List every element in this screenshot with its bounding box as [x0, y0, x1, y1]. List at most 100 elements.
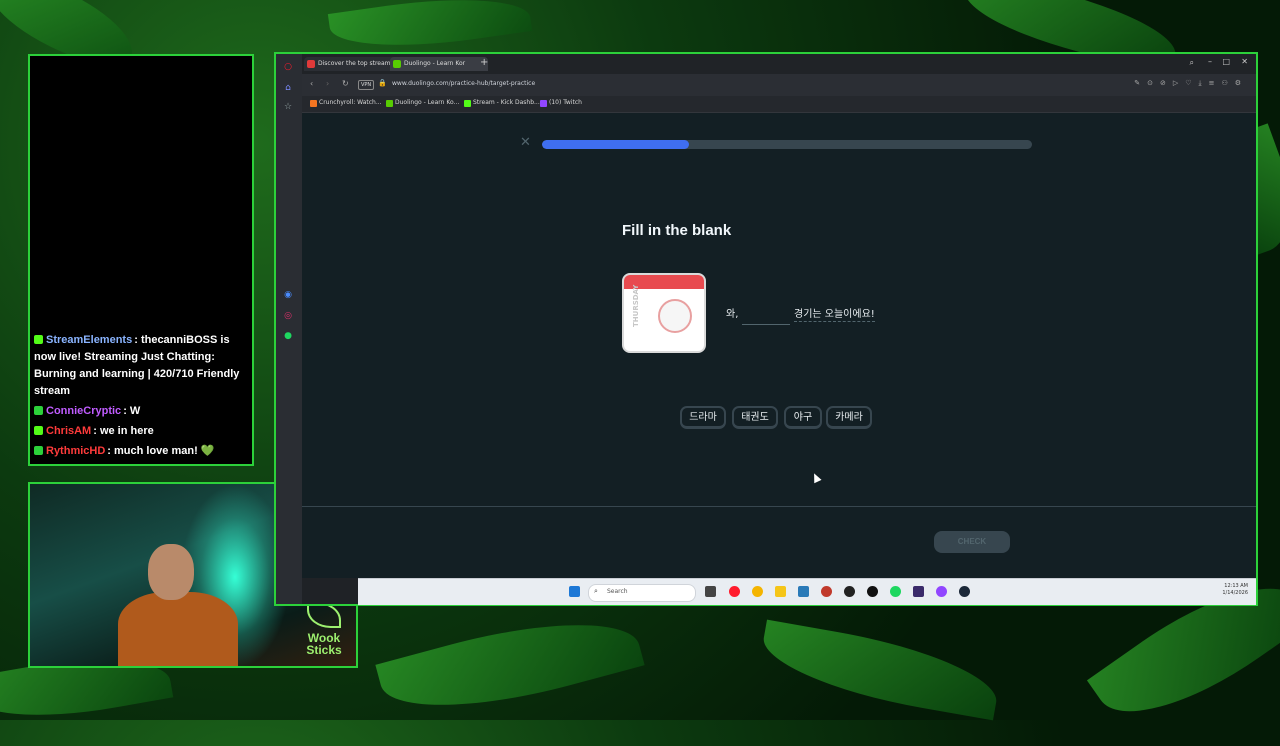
chat-badge-icon: [34, 446, 43, 455]
lesson-progress-fill: [542, 140, 689, 149]
windows-start-icon[interactable]: [569, 586, 580, 597]
spotify-icon[interactable]: ●: [283, 331, 293, 341]
chat-message: RythmicHD: much love man! 💚: [34, 443, 248, 460]
spotify-taskbar-icon[interactable]: [890, 586, 901, 597]
tab-bar: Discover the top streams Duolingo - Lear…: [302, 54, 1256, 74]
address-bar: ‹ › ↻ VPN 🔒 www.duolingo.com/practice-hu…: [302, 74, 1256, 96]
duolingo-lesson-page: ✕ Fill in the blank THURSDAY 와, 경기는 오늘이에…: [302, 113, 1256, 578]
duolingo-favicon-icon: [393, 60, 401, 68]
lesson-progress-bar: [542, 140, 1032, 149]
word-option-baseball[interactable]: 야구: [784, 406, 822, 429]
word-option-drama[interactable]: 드라마: [680, 406, 726, 429]
bookmark-label: (10) Twitch: [549, 99, 582, 106]
close-window-icon[interactable]: ✕: [1241, 57, 1248, 66]
home-icon[interactable]: ⌂: [283, 83, 293, 93]
taskbar-search-box[interactable]: ⌕ Search: [588, 584, 696, 602]
word-option-taekwondo[interactable]: 태권도: [732, 406, 778, 429]
task-view-icon[interactable]: [705, 586, 716, 597]
kick-favicon-icon: [307, 60, 315, 68]
reload-icon[interactable]: ↻: [342, 79, 349, 88]
streamer-figure: [118, 544, 238, 666]
baseball-icon: [658, 299, 692, 333]
store-icon[interactable]: [798, 586, 809, 597]
chat-badge-icon: [34, 406, 43, 415]
check-button[interactable]: CHECK: [934, 531, 1010, 553]
chat-username[interactable]: StreamElements: [46, 334, 132, 346]
chat-text: : W: [123, 405, 141, 417]
messenger-icon[interactable]: ◉: [283, 290, 293, 300]
bookmark-crunchyroll[interactable]: Crunchyroll: Watch...: [310, 99, 382, 107]
sentence-start: 와,: [726, 309, 739, 320]
chat-message: StreamElements: thecanniBOSS is now live…: [34, 332, 248, 400]
file-explorer-icon[interactable]: [775, 586, 786, 597]
logo-line2: Sticks: [306, 643, 342, 657]
search-tabs-icon[interactable]: ⌕: [1190, 58, 1194, 68]
browser-window: ○ ⌂ ☆ ◉ ◎ ● Discover the top streams Duo…: [274, 52, 1258, 606]
app-icon-2[interactable]: [844, 586, 855, 597]
bookmark-label: Duolingo - Learn Ko...: [395, 99, 460, 106]
answer-blank[interactable]: [742, 324, 790, 325]
vpn-badge[interactable]: VPN: [358, 80, 375, 90]
bookmark-label: Stream - Kick Dashb...: [473, 99, 540, 106]
duolingo-favicon-icon: [386, 100, 393, 107]
wook-sticks-logo: Wook Sticks: [300, 602, 348, 658]
chat-text: : we in here: [93, 425, 154, 437]
app-icon-4[interactable]: [913, 586, 924, 597]
chat-badge-icon: [34, 426, 43, 435]
chat-message: ConnieCryptic: W: [34, 403, 248, 420]
chat-username[interactable]: ChrisAM: [46, 425, 91, 437]
close-lesson-icon[interactable]: ✕: [520, 136, 531, 149]
lesson-heading: Fill in the blank: [622, 222, 732, 239]
windows-taskbar: ⌕ Search 12:13 AM 1/14/2026: [358, 578, 1256, 605]
twitch-taskbar-icon[interactable]: [936, 586, 947, 597]
chat-message-list: StreamElements: thecanniBOSS is now live…: [34, 329, 248, 460]
chat-username[interactable]: RythmicHD: [46, 445, 105, 457]
back-icon[interactable]: ‹: [310, 79, 313, 88]
tab-kick[interactable]: Discover the top streams: [304, 57, 402, 71]
opera-sidebar: ○ ⌂ ☆ ◉ ◎ ●: [276, 54, 302, 604]
background-leaf: [756, 619, 1004, 721]
chat-username[interactable]: ConnieCryptic: [46, 405, 121, 417]
instagram-icon[interactable]: ◎: [283, 311, 293, 321]
lock-icon: 🔒: [378, 79, 387, 87]
background-leaf: [327, 0, 533, 59]
kick-favicon-icon: [464, 100, 471, 107]
chrome-taskbar-icon[interactable]: [752, 586, 763, 597]
steam-taskbar-icon[interactable]: [959, 586, 970, 597]
maximize-icon[interactable]: □: [1222, 57, 1230, 66]
opera-logo-icon[interactable]: ○: [283, 62, 293, 72]
crunchyroll-favicon-icon: [310, 100, 317, 107]
calendar-day-label: THURSDAY: [632, 284, 640, 327]
tab-label: Duolingo - Learn Kor: [404, 60, 466, 67]
streamer-head: [148, 544, 194, 600]
opera-taskbar-icon[interactable]: [729, 586, 740, 597]
footer-divider: [302, 506, 1256, 507]
search-icon: ⌕: [594, 587, 598, 595]
chat-text: : much love man! 💚: [107, 445, 215, 457]
app-icon-1[interactable]: [821, 586, 832, 597]
new-tab-icon[interactable]: +: [480, 57, 488, 69]
minimize-icon[interactable]: –: [1208, 57, 1212, 66]
bookmark-label: Crunchyroll: Watch...: [319, 99, 382, 106]
taskbar-clock[interactable]: 12:13 AM 1/14/2026: [1222, 583, 1248, 597]
clock-date: 1/14/2026: [1222, 590, 1248, 596]
url-field[interactable]: www.duolingo.com/practice-hub/target-pra…: [392, 80, 535, 87]
tab-duolingo[interactable]: Duolingo - Learn Kor: [390, 57, 488, 71]
bookmark-kick[interactable]: Stream - Kick Dashb...: [464, 99, 540, 107]
app-icon-3[interactable]: [867, 586, 878, 597]
bookmark-duolingo[interactable]: Duolingo - Learn Ko...: [386, 99, 460, 107]
bookmark-twitch[interactable]: (10) Twitch: [540, 99, 582, 107]
chat-overlay: StreamElements: thecanniBOSS is now live…: [28, 54, 254, 466]
streamer-body: [118, 592, 238, 666]
word-option-camera[interactable]: 카메라: [826, 406, 872, 429]
toolbar-icons: ✎⊙⊘▷♡⤓≡⚇⚙: [1134, 79, 1248, 87]
chat-badge-icon: [34, 335, 43, 344]
chat-message: ChrisAM: we in here: [34, 423, 248, 440]
star-icon[interactable]: ☆: [283, 102, 293, 112]
taskbar-search-placeholder: Search: [607, 588, 628, 595]
clock-time: 12:13 AM: [1224, 583, 1248, 589]
bookmarks-bar: Crunchyroll: Watch... Duolingo - Learn K…: [302, 96, 1256, 113]
twitch-favicon-icon: [540, 100, 547, 107]
sentence-end: 경기는 오늘이에요!: [794, 305, 875, 322]
forward-icon[interactable]: ›: [326, 79, 329, 88]
